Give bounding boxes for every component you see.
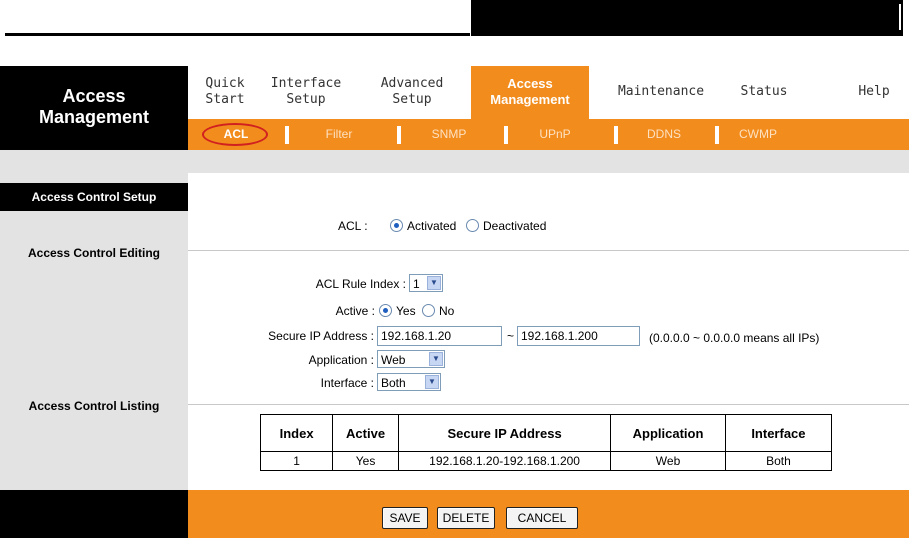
cell-active: Yes bbox=[332, 451, 399, 471]
ip-start-field[interactable]: 192.168.1.20 bbox=[377, 326, 502, 346]
top-banner bbox=[471, 0, 903, 36]
nav-label: Maintenance bbox=[617, 84, 705, 99]
acl-label: ACL : bbox=[338, 219, 368, 233]
column-header-active: Active bbox=[332, 414, 399, 452]
save-button[interactable]: SAVE bbox=[382, 507, 428, 529]
nav-status[interactable]: Status bbox=[736, 84, 792, 100]
sidebar-title: Access Control Setup bbox=[0, 183, 188, 211]
sidebar-label-listing: Access Control Listing bbox=[28, 399, 160, 413]
application-value: Web bbox=[381, 353, 406, 367]
acl-deactivated-option[interactable]: Deactivated bbox=[460, 219, 546, 233]
cell-index: 1 bbox=[259, 451, 334, 471]
subnav-divider bbox=[397, 126, 401, 144]
banner-mark bbox=[899, 4, 901, 30]
interface-select[interactable]: Both ▼ bbox=[377, 373, 441, 391]
subnav-ddns[interactable]: DDNS bbox=[634, 119, 694, 150]
table-row[interactable]: 1 Yes 192.168.1.20-192.168.1.200 Web Bot… bbox=[259, 451, 833, 471]
footer-bar: SAVE DELETE CANCEL bbox=[188, 490, 909, 538]
column-header-index: Index bbox=[259, 414, 334, 452]
radio-checked-icon[interactable] bbox=[390, 219, 403, 232]
cell-application: Web bbox=[610, 451, 726, 471]
chevron-down-icon: ▼ bbox=[427, 276, 441, 290]
footer: SAVE DELETE CANCEL bbox=[0, 490, 909, 538]
subnav-acl[interactable]: ACL bbox=[206, 119, 266, 150]
subnav-upnp[interactable]: UPnP bbox=[525, 119, 585, 150]
brand-title: Access Management bbox=[0, 66, 188, 150]
subnav-divider bbox=[715, 126, 719, 144]
active-yes-label: Yes bbox=[396, 304, 416, 318]
main-content: ACL : Activated Deactivated ACL Rule Ind… bbox=[188, 173, 909, 490]
sidebar bbox=[0, 173, 188, 490]
nav-maintenance[interactable]: Maintenance bbox=[606, 84, 716, 100]
column-header-secure-ip: Secure IP Address bbox=[397, 414, 612, 452]
nav-advanced-setup[interactable]: Advanced Setup bbox=[374, 76, 450, 108]
ip-separator: ~ bbox=[507, 329, 515, 343]
nav-label: Status bbox=[740, 84, 788, 99]
ip-hint: (0.0.0.0 ~ 0.0.0.0 means all IPs) bbox=[649, 331, 820, 345]
nav-label: Access bbox=[507, 76, 553, 91]
subnav-filter[interactable]: Filter bbox=[309, 119, 369, 150]
table-header-row: Index Active Secure IP Address Applicati… bbox=[259, 414, 833, 452]
column-header-interface: Interface bbox=[724, 414, 833, 452]
nav-label: Interface bbox=[270, 76, 342, 91]
main-nav: Quick Start Interface Setup Advanced Set… bbox=[188, 66, 909, 119]
sub-nav: ACL Filter SNMP UPnP DDNS CWMP bbox=[188, 119, 909, 150]
subnav-divider bbox=[614, 126, 618, 144]
active-label: Active : bbox=[335, 304, 375, 318]
brand-line1: Access bbox=[62, 86, 126, 106]
nav-label: Setup bbox=[392, 92, 432, 107]
rule-index-value: 1 bbox=[413, 277, 420, 291]
secure-ip-label: Secure IP Address : bbox=[268, 329, 374, 343]
acl-activated-option[interactable]: Activated bbox=[384, 219, 456, 233]
nav-label: Quick bbox=[205, 76, 245, 91]
cancel-button[interactable]: CANCEL bbox=[506, 507, 578, 529]
subnav-snmp[interactable]: SNMP bbox=[419, 119, 479, 150]
active-no-label: No bbox=[439, 304, 455, 318]
sidebar-label-editing: Access Control Editing bbox=[27, 246, 161, 260]
rule-index-label: ACL Rule Index : bbox=[315, 277, 406, 291]
acl-activated-label: Activated bbox=[407, 219, 457, 233]
cell-secure-ip: 192.168.1.20-192.168.1.200 bbox=[397, 451, 612, 471]
active-no-option[interactable]: No bbox=[416, 304, 454, 318]
application-select[interactable]: Web ▼ bbox=[377, 350, 445, 368]
rule-index-select[interactable]: 1 ▼ bbox=[409, 274, 443, 292]
delete-button[interactable]: DELETE bbox=[437, 507, 495, 529]
column-header-application: Application bbox=[610, 414, 726, 452]
footer-left bbox=[0, 490, 188, 538]
header: Access Management Quick Start Interface … bbox=[0, 66, 909, 150]
interface-value: Both bbox=[381, 376, 406, 390]
active-yes-option[interactable]: Yes bbox=[373, 304, 416, 318]
acl-listing-table: Index Active Secure IP Address Applicati… bbox=[259, 414, 833, 471]
top-rule bbox=[5, 33, 470, 36]
acl-deactivated-label: Deactivated bbox=[483, 219, 547, 233]
radio-unchecked-icon[interactable] bbox=[422, 304, 435, 317]
application-label: Application : bbox=[308, 353, 374, 367]
interface-label: Interface : bbox=[320, 376, 374, 390]
nav-help[interactable]: Help bbox=[854, 84, 894, 100]
chevron-down-icon: ▼ bbox=[429, 352, 443, 366]
nav-label: Setup bbox=[286, 92, 326, 107]
cell-interface: Both bbox=[724, 451, 833, 471]
nav-quick-start[interactable]: Quick Start bbox=[200, 76, 250, 108]
nav-interface-setup[interactable]: Interface Setup bbox=[266, 76, 346, 108]
nav-label: Advanced bbox=[380, 76, 444, 91]
separator-band bbox=[0, 150, 909, 173]
nav-label: Management bbox=[490, 92, 570, 107]
nav-label: Start bbox=[205, 92, 245, 107]
radio-checked-icon[interactable] bbox=[379, 304, 392, 317]
radio-unchecked-icon[interactable] bbox=[466, 219, 479, 232]
subnav-divider bbox=[504, 126, 508, 144]
chevron-down-icon: ▼ bbox=[425, 375, 439, 389]
ip-end-field[interactable]: 192.168.1.200 bbox=[517, 326, 640, 346]
brand-line2: Management bbox=[38, 107, 150, 127]
subnav-cwmp[interactable]: CWMP bbox=[728, 119, 788, 150]
nav-access-management[interactable]: Access Management bbox=[471, 66, 589, 119]
subnav-divider bbox=[285, 126, 289, 144]
nav-label: Help bbox=[858, 84, 890, 99]
